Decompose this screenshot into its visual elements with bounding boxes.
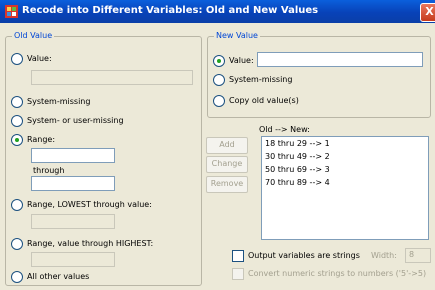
old-value-label: Value:	[27, 54, 52, 63]
new-value-label: Value:	[229, 56, 254, 65]
old-new-list-label: Old --> New:	[259, 125, 310, 134]
new-value-group-title: New Value	[214, 31, 260, 40]
radio-icon	[11, 271, 23, 283]
add-button[interactable]: Add	[206, 137, 248, 154]
copy-old-value-label: Copy old value(s)	[229, 96, 299, 105]
convert-numeric-label: Convert numeric strings to numbers ('5'-…	[248, 269, 427, 278]
radio-icon	[11, 96, 23, 108]
radio-icon	[11, 115, 23, 127]
radio-checked-icon	[213, 55, 225, 67]
radio-icon	[11, 199, 23, 211]
list-item[interactable]: 18 thru 29 --> 1	[265, 139, 330, 148]
width-value: 8	[409, 250, 415, 259]
range-highest-label: Range, value through HIGHEST:	[27, 239, 154, 248]
window-title: Recode into Different Variables: Old and…	[22, 5, 319, 16]
title-bar: Recode into Different Variables: Old and…	[0, 0, 435, 23]
range-highest-input[interactable]	[31, 252, 115, 267]
convert-numeric-checkbox[interactable]	[232, 268, 244, 280]
range-lowest-input[interactable]	[31, 214, 115, 229]
old-system-missing-label: System-missing	[27, 97, 91, 106]
old-value-group-title: Old Value	[12, 31, 55, 40]
range-from-input[interactable]	[31, 148, 115, 163]
through-label: through	[33, 166, 65, 175]
old-new-listbox[interactable]: 18 thru 29 --> 1 30 thru 49 --> 2 50 thr…	[261, 136, 429, 240]
all-other-values-label: All other values	[27, 272, 90, 281]
radio-icon	[213, 74, 225, 86]
new-value-input[interactable]	[257, 52, 423, 67]
width-label: Width:	[371, 251, 397, 260]
range-lowest-label: Range, LOWEST through value:	[27, 200, 152, 209]
remove-button[interactable]: Remove	[206, 176, 248, 193]
list-item[interactable]: 50 thru 69 --> 3	[265, 165, 330, 174]
change-button[interactable]: Change	[206, 156, 248, 173]
width-input[interactable]: 8	[405, 248, 431, 263]
list-item[interactable]: 30 thru 49 --> 2	[265, 152, 330, 161]
range-to-input[interactable]	[31, 176, 115, 191]
radio-icon	[213, 95, 225, 107]
close-button[interactable]: X	[420, 3, 435, 22]
radio-icon	[11, 238, 23, 250]
new-system-missing-label: System-missing	[229, 75, 293, 84]
app-icon	[5, 5, 18, 18]
old-value-input[interactable]	[31, 70, 193, 85]
old-system-user-missing-label: System- or user-missing	[27, 116, 124, 125]
radio-checked-icon	[11, 134, 23, 146]
radio-icon	[11, 53, 23, 65]
output-strings-checkbox[interactable]	[232, 250, 244, 262]
output-strings-label: Output variables are strings	[248, 251, 360, 260]
list-item[interactable]: 70 thru 89 --> 4	[265, 178, 330, 187]
range-label: Range:	[27, 135, 56, 144]
